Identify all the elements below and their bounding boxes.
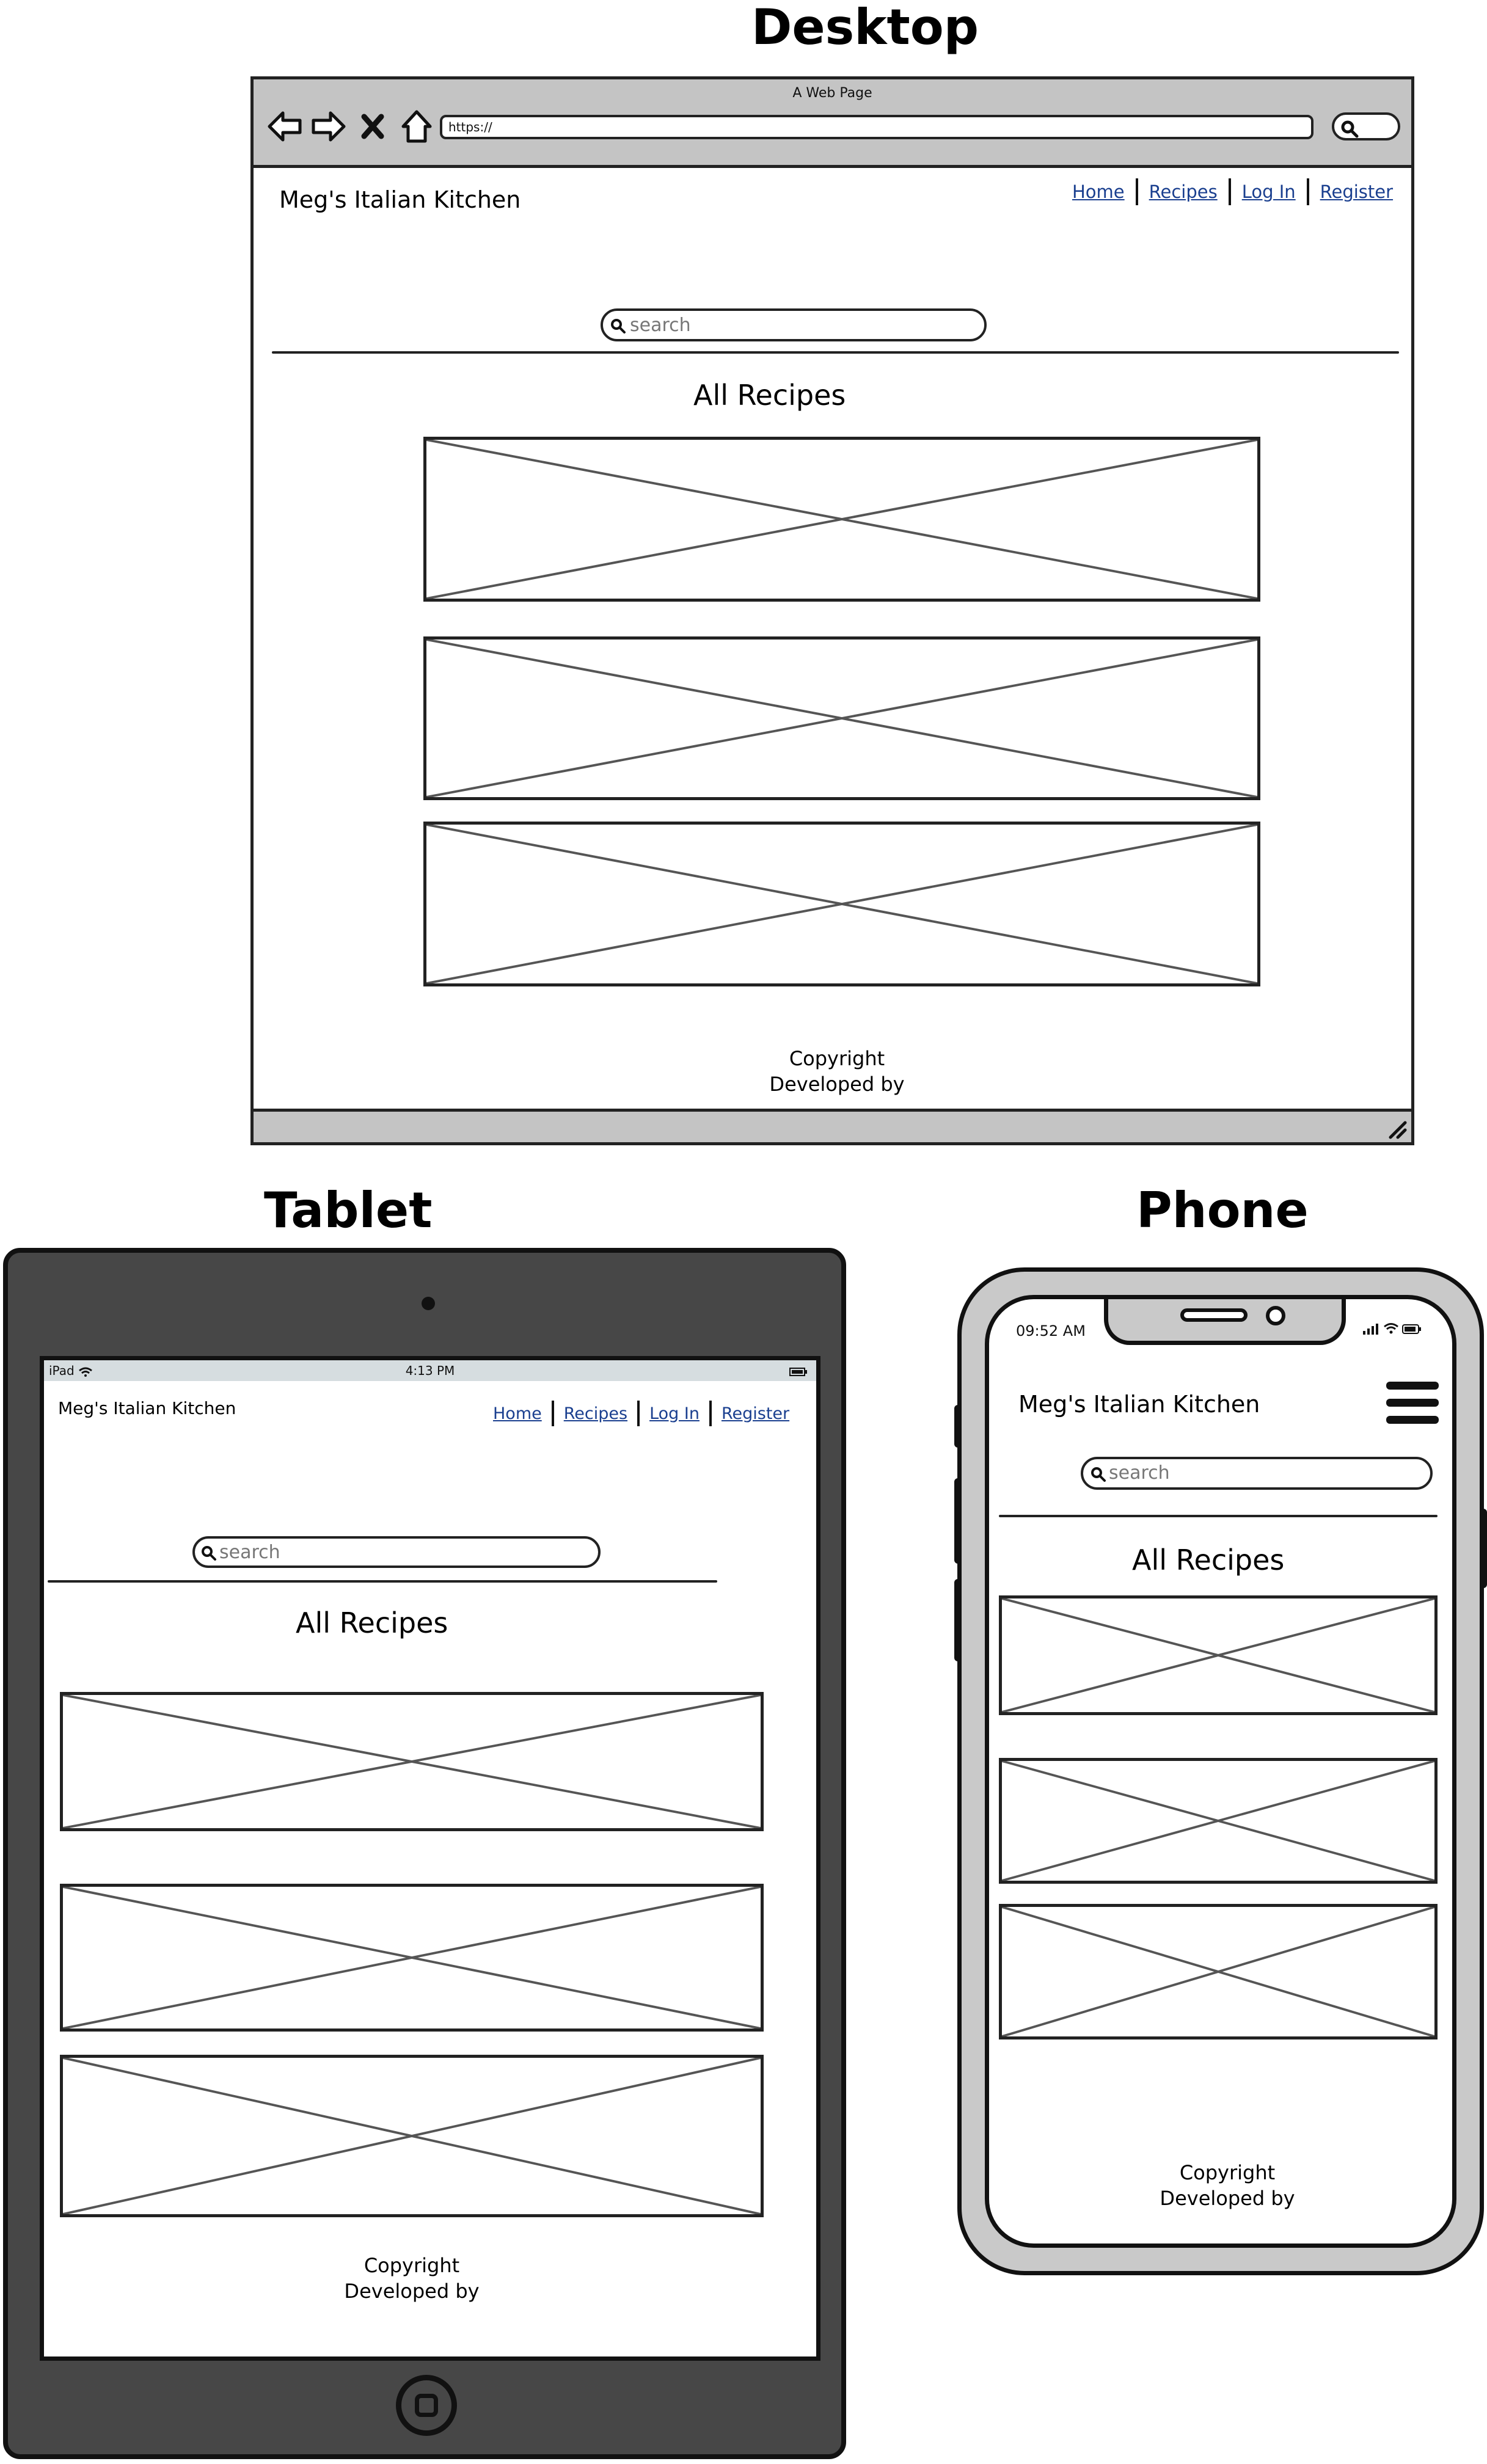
page-heading: All Recipes bbox=[693, 379, 846, 412]
browser-toolbar: A Web Page https:// bbox=[254, 79, 1411, 168]
search-input[interactable]: search bbox=[601, 308, 987, 341]
footer-developed-by: Developed by bbox=[769, 1072, 905, 1096]
browser-nav-icons bbox=[267, 105, 434, 148]
nav-separator bbox=[637, 1401, 640, 1426]
recipe-card-image[interactable] bbox=[60, 2055, 764, 2217]
nav-separator bbox=[1306, 178, 1309, 205]
site-footer: Copyright Developed by bbox=[1136, 2160, 1319, 2211]
nav-separator bbox=[1135, 178, 1138, 205]
search-placeholder: search bbox=[630, 315, 691, 336]
tablet-section-title: Tablet bbox=[264, 1182, 433, 1239]
resize-grip-icon[interactable] bbox=[1386, 1118, 1408, 1140]
recipe-card-image[interactable] bbox=[999, 1595, 1438, 1715]
tablet-device-frame: iPad 4:13 PM Meg's Italian Kitchen Home … bbox=[3, 1248, 846, 2459]
divider-line bbox=[272, 351, 1399, 354]
nav-home-link[interactable]: Home bbox=[493, 1404, 542, 1423]
tablet-nav: Home Recipes Log In Register bbox=[493, 1401, 789, 1426]
site-footer: Copyright Developed by bbox=[320, 2253, 503, 2304]
tablet-time: 4:13 PM bbox=[405, 1363, 455, 1378]
search-placeholder: search bbox=[219, 1542, 280, 1563]
browser-status-bar bbox=[254, 1109, 1411, 1142]
tablet-camera bbox=[422, 1297, 435, 1310]
search-icon bbox=[202, 1546, 216, 1561]
nav-recipes-link[interactable]: Recipes bbox=[564, 1404, 627, 1423]
home-icon[interactable] bbox=[399, 109, 434, 144]
recipe-card-image[interactable] bbox=[423, 437, 1260, 602]
recipe-card-image[interactable] bbox=[60, 1884, 764, 2032]
search-placeholder: search bbox=[1109, 1462, 1170, 1484]
home-button-icon bbox=[415, 2394, 438, 2417]
site-title[interactable]: Meg's Italian Kitchen bbox=[279, 186, 521, 213]
back-arrow-icon[interactable] bbox=[267, 109, 302, 144]
nav-home-link[interactable]: Home bbox=[1072, 181, 1125, 202]
page-heading: All Recipes bbox=[1132, 1544, 1285, 1576]
nav-login-link[interactable]: Log In bbox=[1242, 181, 1296, 202]
site-title[interactable]: Meg's Italian Kitchen bbox=[58, 1398, 236, 1418]
page-heading: All Recipes bbox=[296, 1606, 448, 1639]
signal-icon bbox=[1362, 1324, 1378, 1335]
forward-arrow-icon[interactable] bbox=[311, 109, 346, 144]
wifi-icon bbox=[1383, 1323, 1398, 1334]
recipe-card-image[interactable] bbox=[60, 1692, 764, 1831]
phone-speaker bbox=[1180, 1308, 1248, 1322]
nav-register-link[interactable]: Register bbox=[722, 1404, 789, 1423]
desktop-section-title: Desktop bbox=[751, 0, 979, 56]
nav-separator bbox=[551, 1401, 554, 1426]
divider-line bbox=[48, 1580, 717, 1583]
browser-window-title: A Web Page bbox=[792, 86, 872, 101]
site-footer: Copyright Developed by bbox=[736, 1046, 938, 1097]
footer-copyright: Copyright bbox=[364, 2254, 460, 2277]
desktop-browser-window: A Web Page https:// Meg's Italian Kitche… bbox=[250, 76, 1414, 1145]
battery-icon bbox=[1402, 1324, 1421, 1334]
desktop-nav: Home Recipes Log In Register bbox=[1072, 178, 1393, 205]
recipe-card-image[interactable] bbox=[999, 1904, 1438, 2039]
nav-separator bbox=[709, 1401, 712, 1426]
phone-status-icons bbox=[1362, 1322, 1422, 1337]
footer-copyright: Copyright bbox=[1179, 2161, 1276, 2184]
tablet-status-bar: iPad 4:13 PM bbox=[44, 1360, 816, 1381]
hamburger-menu-icon[interactable] bbox=[1386, 1382, 1441, 1427]
nav-separator bbox=[1228, 178, 1231, 205]
phone-section-title: Phone bbox=[1136, 1182, 1309, 1239]
phone-notch bbox=[1104, 1299, 1346, 1345]
phone-camera bbox=[1266, 1306, 1285, 1325]
nav-login-link[interactable]: Log In bbox=[649, 1404, 700, 1423]
footer-copyright: Copyright bbox=[789, 1047, 885, 1070]
tablet-screen: iPad 4:13 PM Meg's Italian Kitchen Home … bbox=[40, 1356, 820, 2361]
nav-register-link[interactable]: Register bbox=[1320, 181, 1393, 202]
search-input[interactable]: search bbox=[1081, 1457, 1433, 1490]
url-bar[interactable]: https:// bbox=[440, 115, 1313, 139]
footer-developed-by: Developed by bbox=[344, 2279, 480, 2303]
search-icon bbox=[1091, 1467, 1106, 1482]
tablet-home-button[interactable] bbox=[396, 2375, 457, 2436]
browser-search-button[interactable] bbox=[1332, 112, 1400, 140]
phone-device-frame: 09:52 AM Meg's Italian Kitchen search Al… bbox=[957, 1267, 1484, 2275]
search-icon bbox=[611, 319, 626, 334]
divider-line bbox=[999, 1515, 1438, 1517]
recipe-card-image[interactable] bbox=[423, 636, 1260, 800]
footer-developed-by: Developed by bbox=[1160, 2186, 1295, 2210]
close-icon[interactable] bbox=[355, 109, 390, 144]
site-title[interactable]: Meg's Italian Kitchen bbox=[1018, 1391, 1260, 1418]
search-input[interactable]: search bbox=[192, 1536, 601, 1568]
nav-recipes-link[interactable]: Recipes bbox=[1149, 181, 1218, 202]
phone-screen: 09:52 AM Meg's Italian Kitchen search Al… bbox=[985, 1295, 1456, 2248]
phone-time: 09:52 AM bbox=[1016, 1322, 1086, 1340]
recipe-card-image[interactable] bbox=[999, 1758, 1438, 1884]
recipe-card-image[interactable] bbox=[423, 822, 1260, 986]
search-icon bbox=[1341, 120, 1359, 138]
battery-icon bbox=[789, 1365, 808, 1380]
